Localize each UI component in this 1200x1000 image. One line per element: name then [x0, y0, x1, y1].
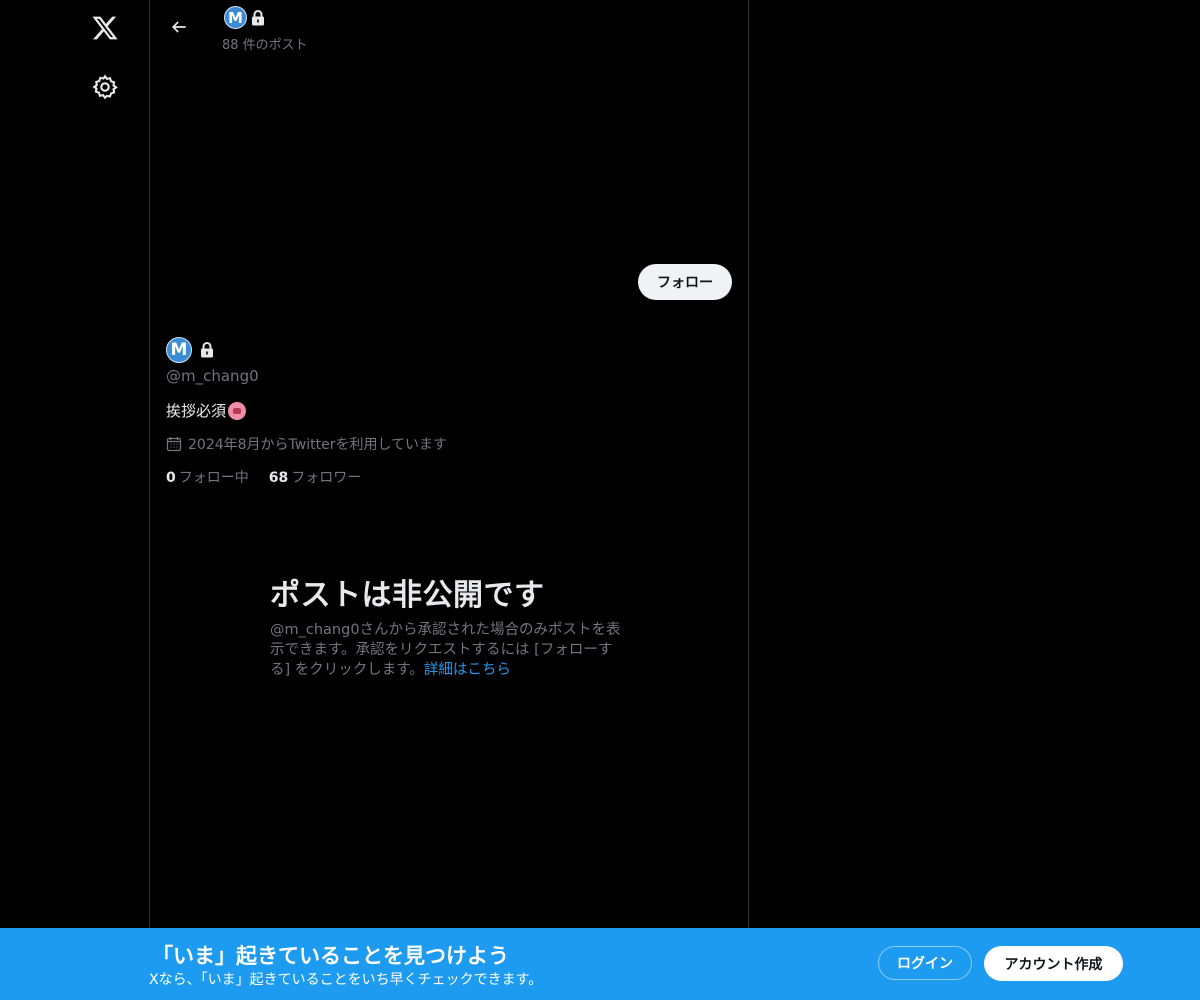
pink-face-emoji: [228, 401, 247, 420]
followers-count: 68: [268, 470, 289, 486]
lock-icon: [252, 9, 264, 25]
join-date-text: 2024年8月からTwitterを利用しています: [188, 437, 448, 453]
follow-button[interactable]: フォロー: [638, 264, 732, 300]
user-handle: @m_chang0: [166, 367, 259, 385]
following-count: 0: [166, 470, 176, 486]
profile-header-bar: M 88 件のポスト: [150, 0, 748, 53]
calendar-icon: [166, 437, 182, 452]
followers-link[interactable]: 68 フォロワー: [269, 467, 361, 487]
banner-subtitle: Xなら、「いま」起きていることをいち早くチェックできます。: [149, 972, 543, 988]
left-nav-rail: [0, 0, 149, 1000]
display-name-logo: M: [166, 337, 192, 363]
profile-column: M 88 件のポスト フォロー M @m_chang0 挨拶必須 2024年8月…: [149, 0, 749, 1000]
follow-stats: 0 フォロー中 68 フォロワー: [166, 467, 726, 487]
post-count: 88 件のポスト: [222, 38, 308, 53]
following-link[interactable]: 0 フォロー中: [166, 467, 249, 487]
header-display-name: M: [224, 6, 265, 29]
banner-title: 「いま」起きていることを見つけよう: [152, 944, 509, 968]
join-date: 2024年8月からTwitterを利用しています: [166, 434, 726, 454]
bio-text: 挨拶必須: [166, 402, 227, 420]
gear-icon[interactable]: [81, 63, 129, 111]
private-account-notice: ポストは非公開です @m_chang0さんから承認された場合のみポストを表示でき…: [270, 570, 630, 680]
learn-more-link[interactable]: 詳細はこちら: [424, 662, 511, 678]
following-label: フォロー中: [178, 470, 249, 486]
private-notice-description: @m_chang0さんから承認された場合のみポストを表示できます。承認をリクエス…: [270, 620, 630, 680]
user-bio: 挨拶必須: [166, 400, 726, 421]
x-logo-icon[interactable]: [81, 4, 129, 52]
display-name: M: [166, 336, 726, 364]
signup-button[interactable]: アカウント作成: [984, 946, 1123, 981]
display-name-logo: M: [224, 6, 247, 29]
followers-label: フォロワー: [291, 470, 362, 486]
private-notice-title: ポストは非公開です: [270, 578, 545, 613]
lock-icon: [201, 342, 213, 358]
arrow-left-icon[interactable]: [162, 10, 196, 44]
profile-info: M @m_chang0 挨拶必須 2024年8月からTwitterを利用していま…: [166, 336, 726, 487]
login-button[interactable]: ログイン: [878, 946, 972, 980]
